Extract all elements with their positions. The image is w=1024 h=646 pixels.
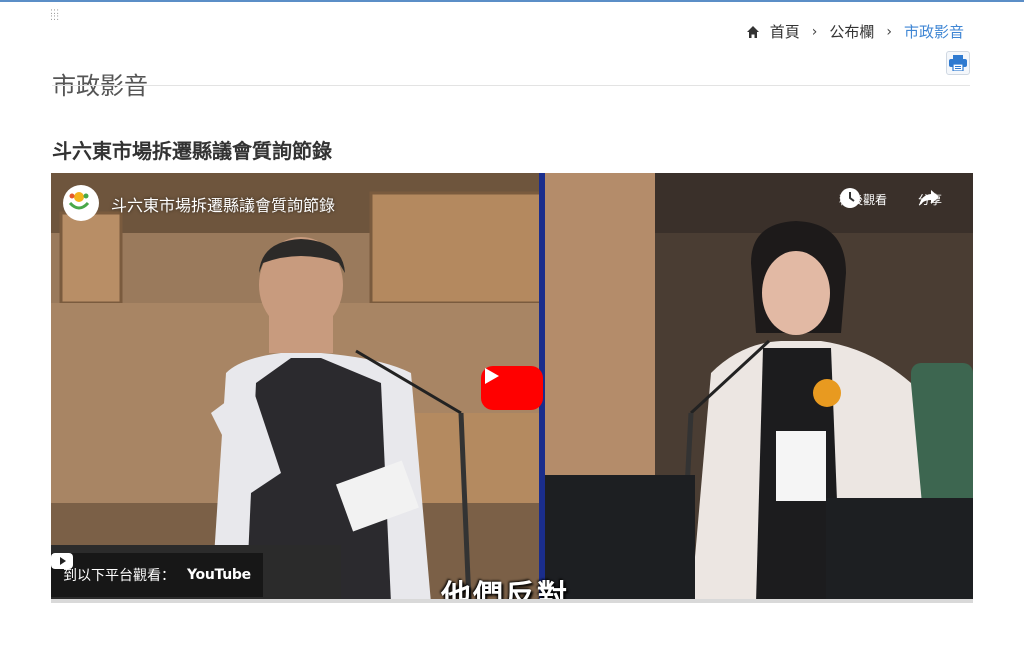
video-title-link[interactable]: 斗六東市場拆遷縣議會質詢節錄 xyxy=(111,192,335,216)
play-button[interactable] xyxy=(481,366,543,410)
article-title: 斗六東市場拆遷縣議會質詢節錄 xyxy=(52,138,332,163)
print-button[interactable] xyxy=(946,51,970,75)
youtube-label: YouTube xyxy=(187,567,251,583)
skip-anchor-dots[interactable]: :::::: xyxy=(50,8,59,23)
play-icon xyxy=(485,368,499,384)
watch-on-youtube-bar[interactable]: 到以下平台觀看： YouTube xyxy=(51,553,263,597)
share-arrow-icon xyxy=(919,190,939,206)
video-player[interactable]: 斗六東市場拆遷縣議會質詢節錄 稍後觀看 分享 他們反對 到以下平台觀看： You… xyxy=(51,173,973,603)
home-icon[interactable] xyxy=(746,25,760,39)
breadcrumb-current: 市政影音 xyxy=(903,23,964,41)
youtube-logo[interactable]: YouTube xyxy=(51,553,251,583)
breadcrumb-bulletin[interactable]: 公布欄 xyxy=(829,21,874,42)
channel-avatar[interactable] xyxy=(63,185,99,221)
watch-later-button[interactable]: 稍後觀看 xyxy=(839,187,887,208)
top-accent-line xyxy=(0,0,1024,2)
breadcrumb: 首頁 › 公布欄 › 市政影音 xyxy=(746,21,964,42)
video-progress-track[interactable] xyxy=(51,599,973,603)
clock-icon xyxy=(840,188,860,208)
share-button[interactable]: 分享 xyxy=(918,187,942,208)
page-title: 市政影音 xyxy=(52,72,148,101)
printer-icon xyxy=(949,55,967,71)
youtube-play-icon xyxy=(51,553,73,569)
channel-logo-icon xyxy=(64,186,94,216)
breadcrumb-home[interactable]: 首頁 xyxy=(770,21,800,42)
watch-on-label: 到以下平台觀看： xyxy=(63,568,175,584)
breadcrumb-separator: › xyxy=(811,23,818,40)
title-divider xyxy=(52,85,970,86)
breadcrumb-separator: › xyxy=(886,23,892,40)
